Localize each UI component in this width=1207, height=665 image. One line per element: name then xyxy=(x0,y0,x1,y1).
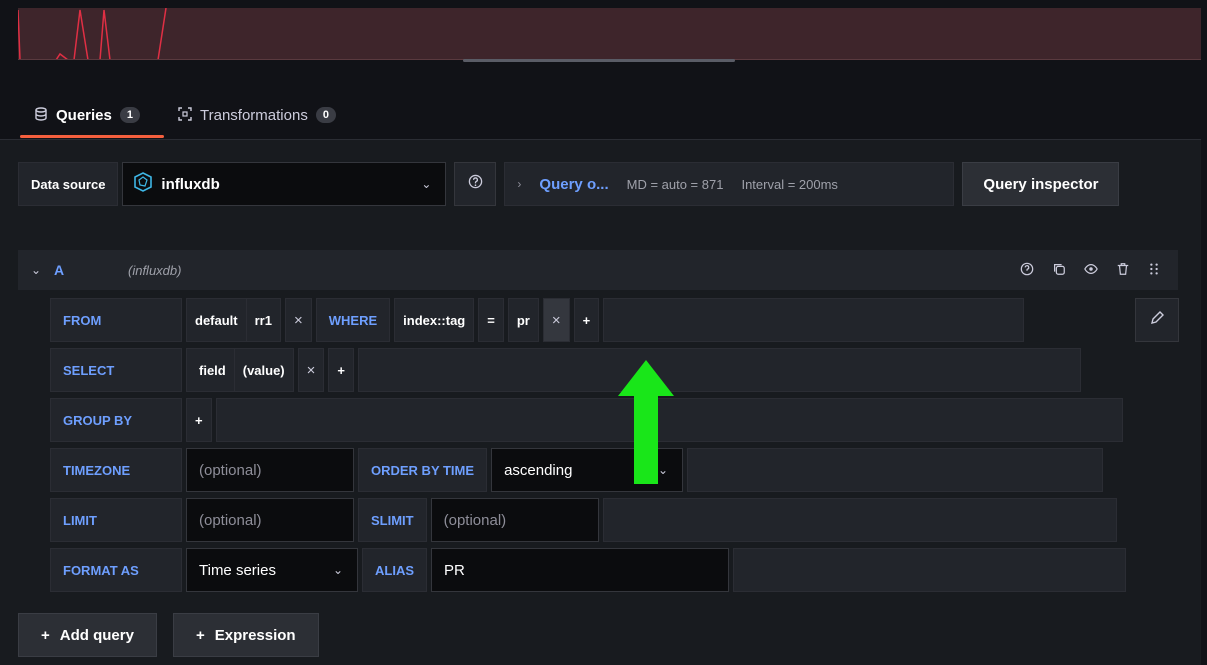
datasource-name: influxdb xyxy=(161,175,220,193)
annotation-arrow xyxy=(618,360,674,484)
tab-transformations[interactable]: Transformations 0 xyxy=(172,100,342,130)
max-data-points-info: MD = auto = 871 xyxy=(626,176,724,192)
chevron-right-icon: › xyxy=(517,177,522,191)
chart-series-line xyxy=(18,8,167,59)
drag-handle-icon[interactable] xyxy=(1148,262,1160,279)
format-row-filler xyxy=(733,548,1126,592)
tab-queries[interactable]: Queries 1 xyxy=(20,100,164,138)
transform-icon xyxy=(178,106,192,124)
order-by-time-value: ascending xyxy=(504,461,573,479)
tag-value-segment[interactable]: pr xyxy=(507,298,539,342)
where-keyword: WHERE xyxy=(315,298,391,342)
add-expression-button[interactable]: + Expression xyxy=(172,613,319,657)
help-icon xyxy=(468,174,483,194)
tab-transformations-count: 0 xyxy=(315,107,336,123)
format-as-value: Time series xyxy=(199,561,276,579)
query-inspector-button[interactable]: Query inspector xyxy=(962,162,1120,206)
help-icon[interactable] xyxy=(1020,262,1034,279)
measurement-segment[interactable]: rr1 xyxy=(246,298,281,342)
editor-tabs: Queries 1 Transformations 0 xyxy=(20,100,342,138)
interval-info: Interval = 200ms xyxy=(741,176,838,192)
retention-policy-segment[interactable]: default xyxy=(186,298,247,342)
slimit-input[interactable]: (optional) xyxy=(430,498,599,542)
format-as-keyword: FORMAT AS xyxy=(50,548,182,592)
pencil-icon xyxy=(1149,310,1165,331)
alias-keyword: ALIAS xyxy=(362,548,427,592)
edit-raw-query-button[interactable] xyxy=(1135,298,1179,342)
select-row: SELECT field (value) × + xyxy=(50,348,1081,392)
add-select-button[interactable]: + xyxy=(328,348,354,392)
select-field-segment[interactable]: field xyxy=(186,348,235,392)
chevron-down-icon: ⌄ xyxy=(421,177,432,191)
limit-keyword: LIMIT xyxy=(50,498,182,542)
query-ref-id[interactable]: A xyxy=(54,262,128,278)
tab-transformations-label: Transformations xyxy=(200,106,308,124)
group-by-keyword: GROUP BY xyxy=(50,398,182,442)
datasource-label: Data source xyxy=(18,162,119,206)
add-query-button[interactable]: + Add query xyxy=(18,613,157,657)
format-row: FORMAT AS Time series ⌄ ALIAS PR xyxy=(50,548,1126,592)
alias-input[interactable]: PR xyxy=(431,548,729,592)
plus-icon: + xyxy=(195,626,205,644)
collapse-chevron-icon[interactable]: ⌄ xyxy=(18,263,54,277)
expression-label: Expression xyxy=(214,626,296,644)
datasource-help-button[interactable] xyxy=(454,162,497,206)
query-row-actions xyxy=(1020,262,1160,279)
query-options-label: Query o... xyxy=(539,175,609,193)
slimit-keyword: SLIMIT xyxy=(358,498,427,542)
timezone-row-filler xyxy=(687,448,1104,492)
panel-resize-handle[interactable] xyxy=(463,59,735,62)
add-group-by-button[interactable]: + xyxy=(186,398,212,442)
format-as-select[interactable]: Time series ⌄ xyxy=(186,548,358,592)
from-row: FROM default rr1 × WHERE index::tag = pr… xyxy=(50,298,1025,342)
tab-queries-count: 1 xyxy=(119,107,140,123)
tag-key-segment[interactable]: index::tag xyxy=(394,298,475,342)
select-keyword: SELECT xyxy=(50,348,182,392)
from-row-filler xyxy=(603,298,1025,342)
datasource-row: Data source influxdb ⌄ › Query o... MD =… xyxy=(18,162,1120,206)
eye-icon[interactable] xyxy=(1084,262,1098,279)
trash-icon[interactable] xyxy=(1116,262,1130,279)
select-row-filler xyxy=(358,348,1081,392)
datasource-picker[interactable]: influxdb ⌄ xyxy=(122,162,447,206)
database-icon xyxy=(34,106,48,124)
timezone-keyword: TIMEZONE xyxy=(50,448,182,492)
timezone-row: TIMEZONE (optional) ORDER BY TIME ascend… xyxy=(50,448,1104,492)
influxdb-logo-icon xyxy=(133,171,153,197)
query-editor-panel: Data source influxdb ⌄ › Query o... MD =… xyxy=(0,140,1201,665)
remove-select-button[interactable]: × xyxy=(297,348,325,392)
limit-input[interactable]: (optional) xyxy=(186,498,354,542)
timezone-input[interactable]: (optional) xyxy=(186,448,354,492)
tab-queries-label: Queries xyxy=(56,106,112,124)
add-query-label: Add query xyxy=(59,626,134,644)
select-value-segment[interactable]: (value) xyxy=(234,348,294,392)
query-actions: + Add query + Expression xyxy=(18,613,319,657)
query-datasource-name: (influxdb) xyxy=(128,262,182,278)
chevron-down-icon: ⌄ xyxy=(332,563,343,577)
order-by-time-keyword: ORDER BY TIME xyxy=(358,448,488,492)
duplicate-query-icon[interactable] xyxy=(1052,262,1066,279)
query-row-header: ⌄ A (influxdb) xyxy=(18,250,1178,290)
query-options-toggle[interactable]: › Query o... MD = auto = 871 Interval = … xyxy=(504,162,955,206)
panel-preview-chart xyxy=(18,8,1201,60)
add-condition-button[interactable]: + xyxy=(573,298,600,342)
from-keyword: FROM xyxy=(50,298,182,342)
plus-icon: + xyxy=(41,626,50,644)
limit-row-filler xyxy=(602,498,1117,542)
tag-operator-segment[interactable]: = xyxy=(478,298,504,342)
group-by-row: GROUP BY + xyxy=(50,398,1123,442)
limit-row: LIMIT (optional) SLIMIT (optional) xyxy=(50,498,1117,542)
remove-condition-button[interactable]: × xyxy=(542,298,570,342)
remove-measurement-button[interactable]: × xyxy=(284,298,312,342)
